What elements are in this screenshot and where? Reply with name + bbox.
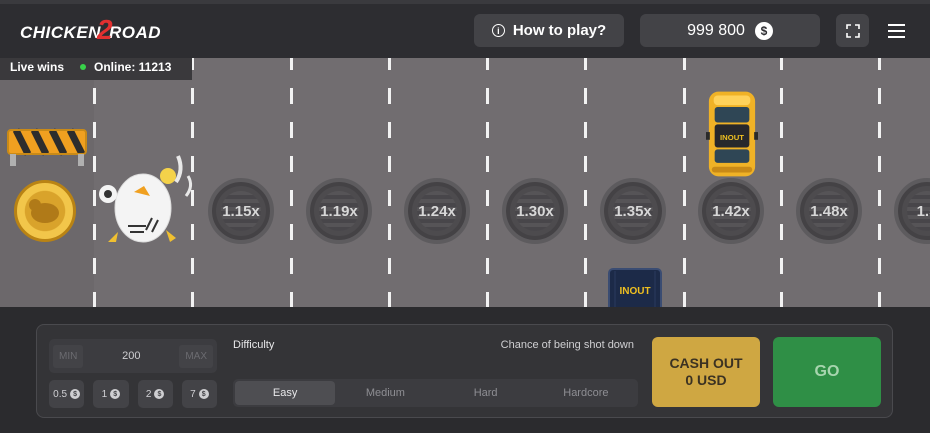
quick-bet-chip-7[interactable]: 7 $	[181, 380, 217, 408]
dollar-coin-icon: $	[754, 21, 773, 40]
manhole-lane-1[interactable]: 1.15x	[208, 178, 274, 244]
balance-display: 999 800 $	[640, 14, 820, 47]
multiplier-label: 1.35x	[614, 202, 652, 220]
road: 1.15x 1.19x 1.24x 1.30x 1.35x 1.42x 1.48…	[0, 54, 930, 307]
multiplier-label: 1.19x	[320, 202, 358, 220]
how-to-play-button[interactable]: i How to play?	[474, 14, 624, 47]
difficulty-tab-medium[interactable]: Medium	[335, 381, 435, 405]
max-bet-button[interactable]: MAX	[179, 344, 213, 368]
yellow-taxi-car: INOUT	[706, 91, 758, 177]
manhole-lane-3[interactable]: 1.24x	[404, 178, 470, 244]
logo-text-chicken: CHICKEN	[20, 23, 101, 42]
manhole-lane-6[interactable]: 1.42x	[698, 178, 764, 244]
quick-bet-chips: 0.5 $ 1 $ 2 $ 7 $	[49, 380, 217, 408]
manhole-lane-4[interactable]: 1.30x	[502, 178, 568, 244]
dollar-icon: $	[110, 389, 121, 399]
min-bet-button[interactable]: MIN	[53, 344, 84, 368]
logo-text-road: ROAD	[109, 23, 162, 42]
chance-label: Chance of being shot down	[500, 339, 634, 351]
road-barrier	[7, 128, 87, 166]
lane-divider	[486, 54, 489, 307]
lane-divider	[878, 54, 881, 307]
manhole-lane-8[interactable]: 1.5	[894, 178, 930, 244]
cash-out-label: CASH OUT	[669, 355, 743, 371]
go-button[interactable]: GO	[773, 337, 881, 407]
difficulty-label: Difficulty	[233, 339, 275, 351]
difficulty-tab-hard[interactable]: Hard	[436, 381, 536, 405]
cash-out-amount: 0 USD	[685, 372, 727, 388]
fullscreen-icon	[845, 23, 860, 38]
difficulty-tab-hardcore[interactable]: Hardcore	[536, 381, 636, 405]
lane-divider	[683, 54, 686, 307]
info-icon: i	[491, 24, 505, 37]
quick-bet-chip-2[interactable]: 2 $	[137, 380, 173, 408]
dollar-icon: $	[154, 389, 165, 399]
car-brand-label: INOUT	[720, 133, 744, 142]
live-wins-label[interactable]: Live wins	[0, 60, 80, 74]
dollar-icon: $	[70, 389, 81, 399]
lane-divider	[290, 54, 293, 307]
multiplier-label: 1.24x	[418, 202, 456, 220]
lane-divider	[780, 54, 783, 307]
multiplier-label: 1.5	[916, 202, 930, 220]
menu-button[interactable]	[880, 14, 913, 47]
manhole-lane-2[interactable]: 1.19x	[306, 178, 372, 244]
balance-value: 999 800	[687, 21, 745, 39]
lane-divider	[388, 54, 391, 307]
game-logo: CHICKEN 2 ROAD	[20, 14, 162, 48]
truck-brand-label: INOUT	[619, 286, 650, 297]
bet-control-panel: MIN 200 MAX 0.5 $ 1 $ 2 $ 7 $ Difficulty Cha…	[36, 324, 893, 418]
hamburger-icon	[888, 23, 905, 26]
blue-truck: INOUT	[608, 268, 662, 307]
how-to-play-label: How to play?	[512, 22, 607, 39]
start-gold-coin	[14, 180, 76, 242]
difficulty-tab-easy[interactable]: Easy	[235, 381, 336, 405]
lane-divider	[584, 54, 587, 307]
chicken-character	[99, 155, 193, 243]
quick-bet-chip-0.5[interactable]: 0.5 $	[49, 380, 85, 408]
online-status-dot	[80, 64, 86, 70]
logo-number: 2	[96, 14, 114, 45]
manhole-lane-5[interactable]: 1.35x	[600, 178, 666, 244]
multiplier-label: 1.30x	[516, 202, 554, 220]
chicken-emblem-icon	[29, 199, 59, 223]
bet-amount-control: MIN 200 MAX	[49, 339, 217, 373]
manhole-lane-7[interactable]: 1.48x	[796, 178, 862, 244]
game-root: 1.15x 1.19x 1.24x 1.30x 1.35x 1.42x 1.48…	[0, 0, 930, 433]
bet-amount-input[interactable]: 200	[122, 350, 140, 362]
quick-bet-chip-1[interactable]: 1 $	[93, 380, 129, 408]
top-header: CHICKEN 2 ROAD i How to play? 999 800 $	[0, 0, 930, 58]
difficulty-selector: Easy Medium Hard Hardcore	[233, 379, 638, 407]
multiplier-label: 1.48x	[810, 202, 848, 220]
dollar-icon: $	[198, 389, 209, 399]
cash-out-button[interactable]: CASH OUT 0 USD	[652, 337, 760, 407]
online-count: Online: 11213	[94, 60, 172, 74]
multiplier-label: 1.42x	[712, 202, 750, 220]
multiplier-label: 1.15x	[222, 202, 260, 220]
fullscreen-button[interactable]	[836, 14, 869, 47]
